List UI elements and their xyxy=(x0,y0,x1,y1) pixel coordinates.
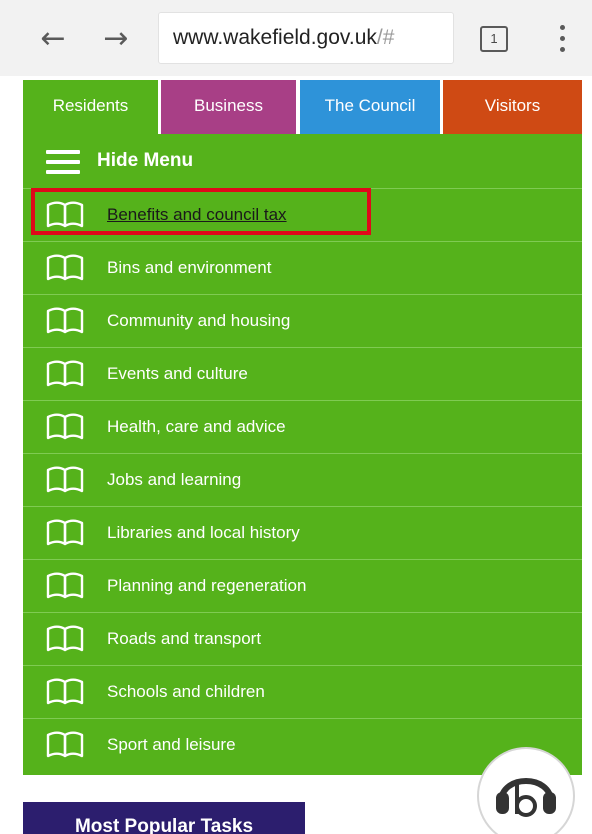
tab-the-council[interactable]: The Council xyxy=(300,80,440,134)
hide-menu-toggle[interactable]: Hide Menu xyxy=(23,134,582,188)
browser-toolbar: ← → www.wakefield.gov.uk/# 1 xyxy=(0,0,592,76)
headphones-b-icon[interactable] xyxy=(474,744,578,834)
book-icon xyxy=(45,413,85,441)
menu-item-label: Libraries and local history xyxy=(107,523,300,542)
book-icon xyxy=(45,201,85,229)
menu-item-label: Sport and leisure xyxy=(107,735,236,754)
book-icon xyxy=(45,519,85,547)
url-text: www.wakefield.gov.uk xyxy=(173,26,377,49)
tab-visitors[interactable]: Visitors xyxy=(443,80,582,134)
menu-item-label: Community and housing xyxy=(107,311,291,330)
menu-item-community-and-housing[interactable]: Community and housing xyxy=(23,294,582,347)
tab-business[interactable]: Business xyxy=(161,80,296,134)
menu-item-planning-and-regeneration[interactable]: Planning and regeneration xyxy=(23,559,582,612)
tab-switcher-button[interactable]: 1 xyxy=(480,26,508,52)
menu-item-label: Schools and children xyxy=(107,682,265,701)
arrow-left-icon[interactable]: ← xyxy=(33,20,73,60)
book-icon xyxy=(45,625,85,653)
book-icon xyxy=(45,466,85,494)
menu-item-label: Jobs and learning xyxy=(107,470,242,489)
tab-residents[interactable]: Residents xyxy=(23,80,158,134)
menu-item-jobs-and-learning[interactable]: Jobs and learning xyxy=(23,453,582,506)
hamburger-icon xyxy=(46,150,80,174)
menu-item-events-and-culture[interactable]: Events and culture xyxy=(23,347,582,400)
book-icon xyxy=(45,678,85,706)
menu-item-roads-and-transport[interactable]: Roads and transport xyxy=(23,612,582,665)
address-bar[interactable]: www.wakefield.gov.uk/# xyxy=(158,12,454,64)
menu-item-label: Bins and environment xyxy=(107,258,272,277)
book-icon xyxy=(45,254,85,282)
audience-tabs: Residents Business The Council Visitors xyxy=(23,80,582,134)
menu-item-label: Health, care and advice xyxy=(107,417,286,436)
url-fragment: /# xyxy=(376,26,395,49)
book-icon xyxy=(45,731,85,759)
menu-item-label: Events and culture xyxy=(107,364,248,383)
hide-menu-label: Hide Menu xyxy=(97,150,194,171)
book-icon xyxy=(45,572,85,600)
arrow-right-icon[interactable]: → xyxy=(96,20,136,60)
book-icon xyxy=(45,360,85,388)
menu-item-label: Benefits and council tax xyxy=(107,205,287,224)
menu-item-label: Planning and regeneration xyxy=(107,576,307,595)
kebab-menu-icon[interactable] xyxy=(552,24,572,54)
menu-item-label: Roads and transport xyxy=(107,629,262,648)
book-icon xyxy=(45,307,85,335)
residents-menu: Hide Menu Benefits and council tax Bins a… xyxy=(23,134,582,775)
menu-item-libraries-and-local-history[interactable]: Libraries and local history xyxy=(23,506,582,559)
menu-item-schools-and-children[interactable]: Schools and children xyxy=(23,665,582,718)
menu-item-bins-and-environment[interactable]: Bins and environment xyxy=(23,241,582,294)
menu-item-benefits-and-council-tax[interactable]: Benefits and council tax xyxy=(23,188,582,241)
menu-list: Benefits and council tax Bins and environ… xyxy=(23,188,582,771)
menu-item-health-care-and-advice[interactable]: Health, care and advice xyxy=(23,400,582,453)
most-popular-tasks-button[interactable]: Most Popular Tasks xyxy=(23,802,305,834)
